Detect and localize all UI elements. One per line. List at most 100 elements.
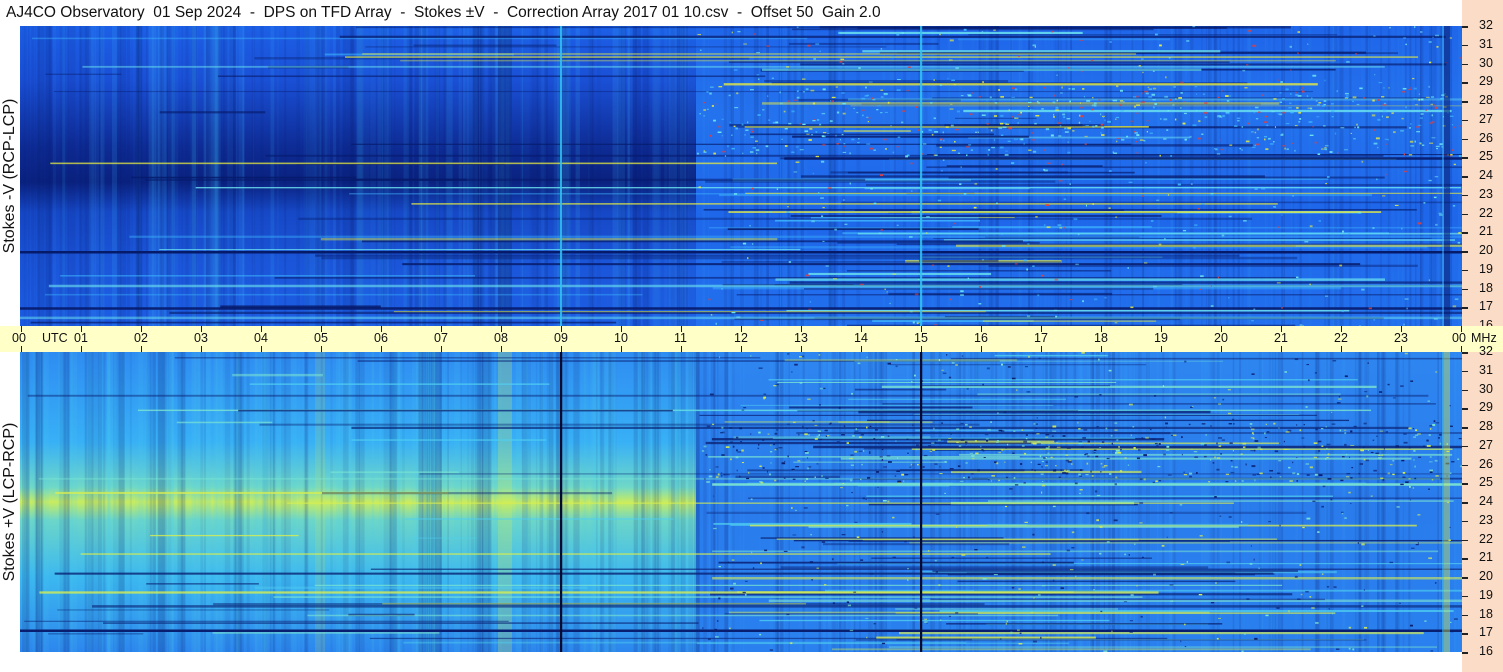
sparkle <box>1231 465 1234 468</box>
noise-streak <box>523 26 530 326</box>
noise-streak <box>632 26 637 326</box>
sparkle <box>1342 455 1345 458</box>
sparkle <box>762 467 765 469</box>
sparkle <box>1177 183 1181 186</box>
sparkle <box>917 129 920 131</box>
sparkle <box>1408 485 1411 488</box>
sparkle <box>1025 434 1028 436</box>
sparkle <box>1056 446 1061 448</box>
sparkle <box>1170 600 1174 602</box>
sparkle <box>1264 432 1266 435</box>
sparkle <box>1405 43 1407 46</box>
sparkle <box>1141 437 1144 439</box>
sparkle <box>749 225 751 227</box>
sparkle <box>733 582 736 585</box>
sparkle <box>709 86 714 88</box>
sparkle <box>885 148 887 150</box>
sparkle <box>1074 482 1078 485</box>
sparkle <box>776 429 779 431</box>
interference-line <box>39 591 1159 594</box>
sparkle <box>1244 87 1248 89</box>
sparkle <box>951 361 955 364</box>
interference-line <box>50 162 778 165</box>
sparkle <box>1364 626 1368 629</box>
sparkle <box>1408 154 1413 156</box>
noise-streak <box>753 26 758 326</box>
sparkle <box>812 102 816 105</box>
sparkle <box>1071 547 1075 549</box>
sparkle <box>1372 227 1375 229</box>
sparkle <box>1296 480 1298 482</box>
sparkle <box>1000 96 1005 98</box>
sparkle <box>1006 620 1008 623</box>
frequency-tick-label: 18 <box>1479 606 1493 621</box>
mhz-unit-label: MHz <box>1471 331 1497 345</box>
sparkle <box>1332 359 1337 362</box>
interference-line <box>977 393 1341 396</box>
sparkle <box>875 429 878 431</box>
sparkle <box>1260 448 1263 451</box>
sparkle <box>1282 111 1285 114</box>
sparkle <box>819 404 821 406</box>
sparkle <box>887 362 892 365</box>
sparkle <box>999 122 1004 125</box>
sparkle <box>1118 104 1123 106</box>
sparkle <box>769 473 771 476</box>
sparkle <box>896 146 900 148</box>
noise-streak <box>1360 26 1365 326</box>
noise-streak <box>42 352 49 652</box>
sparkle <box>1296 424 1298 426</box>
sparkle <box>882 138 887 141</box>
sparkle <box>1115 449 1120 452</box>
sparkle <box>1322 485 1326 488</box>
interference-line <box>724 612 978 615</box>
sparkle <box>1417 124 1422 126</box>
sparkle <box>1317 153 1321 155</box>
interference-line <box>919 259 999 262</box>
time-tick-label: 02 <box>134 331 148 345</box>
sparkle <box>1324 144 1329 147</box>
sparkle <box>1249 426 1252 428</box>
sparkle <box>1338 398 1342 400</box>
sparkle <box>1148 88 1153 90</box>
sparkle <box>915 444 920 447</box>
sparkle <box>1429 425 1433 427</box>
noise-streak <box>171 26 173 326</box>
noise-streak <box>358 26 364 326</box>
sparkle <box>1228 215 1232 218</box>
noise-streak <box>69 26 76 326</box>
frequency-tick-label: 26 <box>1479 456 1493 471</box>
sparkle <box>1027 101 1032 103</box>
sparkle <box>842 483 845 485</box>
noise-streak <box>1380 26 1383 326</box>
noise-streak <box>138 26 140 326</box>
sparkle <box>1306 474 1310 476</box>
sparkle <box>1080 115 1084 118</box>
sparkle <box>901 32 904 34</box>
interference-line <box>966 572 1236 574</box>
sparkle <box>831 100 835 103</box>
sparkle <box>960 290 964 293</box>
sparkle <box>1000 114 1004 117</box>
sparkle <box>1099 552 1102 555</box>
sparkle <box>1409 499 1412 501</box>
sparkle <box>825 265 829 267</box>
sparkle <box>1026 391 1031 393</box>
sparkle <box>1241 149 1243 151</box>
sparkle <box>1035 114 1040 117</box>
sparkle <box>714 103 717 105</box>
sparkle <box>1165 422 1168 425</box>
sparkle <box>849 152 851 155</box>
time-tick-label: 06 <box>374 331 388 345</box>
sparkle <box>1127 464 1130 466</box>
noise-streak <box>1295 26 1297 326</box>
sparkle <box>779 102 783 105</box>
sparkle <box>1280 134 1284 136</box>
sparkle <box>1113 152 1118 154</box>
noise-streak <box>1409 26 1412 326</box>
sparkle <box>1245 140 1250 143</box>
interference-line <box>713 522 912 525</box>
interference-line <box>808 526 1239 528</box>
sparkle <box>1124 553 1126 556</box>
time-tick-label: 00 <box>12 331 26 345</box>
